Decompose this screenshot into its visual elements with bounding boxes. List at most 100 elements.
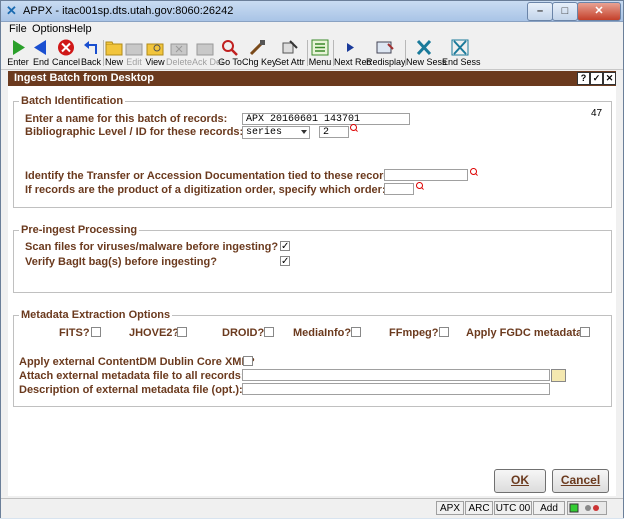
new-session-button[interactable]: New Sess <box>406 38 447 68</box>
status-apx: APX <box>436 501 464 515</box>
back-icon <box>84 41 97 54</box>
batch-name-input[interactable]: APX 20160601 143701 <box>242 113 410 125</box>
fits-checkbox[interactable] <box>91 327 101 337</box>
menu-bar: File Options Help <box>1 22 623 36</box>
digitization-order-input[interactable] <box>384 183 414 195</box>
end-button[interactable]: End <box>30 38 52 68</box>
ffmpeg-checkbox[interactable] <box>439 327 449 337</box>
digitization-order-label: If records are the product of a digitiza… <box>25 184 386 196</box>
window-title: APPX - itac001sp.dts.utah.gov:8060:26242 <box>23 5 234 17</box>
toolbar: Enter End Cancel Back New Edit View Dele… <box>1 37 623 70</box>
minimize-button[interactable]: – <box>527 2 553 21</box>
new-session-icon <box>416 39 432 56</box>
menu-options[interactable]: Options <box>32 23 70 35</box>
transfer-doc-label: Identify the Transfer or Accession Docum… <box>25 170 400 182</box>
view-icon <box>146 43 164 56</box>
attach-metadata-input[interactable] <box>242 369 550 381</box>
status-lights-icon <box>567 501 607 515</box>
edit-icon <box>125 43 143 56</box>
jhove2-label: JHOVE2? <box>129 327 180 339</box>
dropdown-arrow-icon <box>301 130 307 134</box>
end-icon <box>34 40 46 55</box>
lookup-icon[interactable] <box>350 124 357 131</box>
menu-help[interactable]: Help <box>69 23 92 35</box>
metadata-extraction-legend: Metadata Extraction Options <box>19 309 173 321</box>
jhove2-checkbox[interactable] <box>177 327 187 337</box>
set-attr-icon <box>282 40 298 54</box>
redisplay-button[interactable]: Redisplay <box>366 38 406 68</box>
dialog-header: Ingest Batch from Desktop ? ✓ ✕ <box>8 71 616 86</box>
record-count: 47 <box>591 108 603 119</box>
preingest-legend: Pre-ingest Processing <box>19 224 140 236</box>
end-session-button[interactable]: End Sess <box>442 38 481 68</box>
fgdc-label: Apply FGDC metadata? <box>466 327 589 339</box>
enter-icon <box>13 40 25 55</box>
fits-label: FITS? <box>59 327 90 339</box>
contentdm-label: Apply external ContentDM Dublin Core XML… <box>19 356 255 368</box>
lookup-icon[interactable] <box>470 168 477 175</box>
dialog-title: Ingest Batch from Desktop <box>14 72 154 84</box>
close-dialog-icon[interactable]: ✕ <box>603 72 616 85</box>
title-bar[interactable]: ✕ APPX - itac001sp.dts.utah.gov:8060:262… <box>1 1 623 22</box>
set-attr-button[interactable]: Set Attr <box>274 38 306 68</box>
bib-level-select[interactable]: series <box>242 126 310 139</box>
new-folder-icon <box>105 41 123 56</box>
cancel-dialog-button[interactable]: Cancel <box>552 469 609 493</box>
ffmpeg-label: FFmpeg? <box>389 327 439 339</box>
menu-button[interactable]: Menu <box>308 38 332 68</box>
ack-delete-icon <box>196 43 214 56</box>
delete-icon <box>170 43 188 56</box>
menu-file[interactable]: File <box>9 23 27 35</box>
accept-icon[interactable]: ✓ <box>590 72 603 85</box>
maximize-button[interactable]: □ <box>552 2 578 21</box>
mediainfo-checkbox[interactable] <box>351 327 361 337</box>
change-key-button[interactable]: Chg Key <box>242 38 277 68</box>
menu-icon <box>311 39 329 56</box>
status-mode: Add <box>533 501 565 515</box>
attach-metadata-label: Attach external metadata file to all rec… <box>19 370 245 382</box>
metadata-description-input[interactable] <box>242 383 550 395</box>
status-bar: APX ARC UTC 00 Add <box>1 498 623 518</box>
end-session-icon <box>451 39 469 56</box>
status-utc: UTC 00 <box>494 501 532 515</box>
ack-delete-button[interactable]: Ack Del <box>192 38 223 68</box>
ok-button[interactable]: OK <box>494 469 546 493</box>
next-record-button[interactable]: Next Rec <box>334 38 371 68</box>
view-button[interactable]: View <box>144 38 166 68</box>
lookup-icon[interactable] <box>416 182 423 189</box>
fgdc-checkbox[interactable] <box>580 327 590 337</box>
cancel-button[interactable]: Cancel <box>52 38 80 68</box>
scan-viruses-label: Scan files for viruses/malware before in… <box>25 241 279 253</box>
dialog-body: Batch Identification 47 Enter a name for… <box>8 86 616 496</box>
metadata-description-label: Description of external metadata file (o… <box>19 384 243 396</box>
bib-level-value: series <box>246 127 283 138</box>
new-button[interactable]: New <box>104 38 124 68</box>
droid-label: DROID? <box>222 327 265 339</box>
back-button[interactable]: Back <box>80 38 102 68</box>
browse-folder-icon[interactable] <box>551 369 566 382</box>
appx-logo-icon: ✕ <box>6 3 17 18</box>
droid-checkbox[interactable] <box>264 327 274 337</box>
mediainfo-label: MediaInfo? <box>293 327 352 339</box>
bib-id-input[interactable]: 2 <box>319 126 349 138</box>
cancel-icon <box>58 39 74 56</box>
transfer-doc-input[interactable] <box>384 169 468 181</box>
goto-icon <box>222 40 238 56</box>
change-key-icon <box>249 40 265 56</box>
edit-button[interactable]: Edit <box>124 38 144 68</box>
help-icon[interactable]: ? <box>577 72 590 85</box>
enter-button[interactable]: Enter <box>6 38 30 68</box>
close-window-button[interactable]: ✕ <box>577 2 621 21</box>
scan-viruses-checkbox[interactable]: ✓ <box>280 241 290 252</box>
contentdm-checkbox[interactable] <box>243 356 253 366</box>
app-window: ✕ APPX - itac001sp.dts.utah.gov:8060:262… <box>0 0 624 518</box>
batch-name-label: Enter a name for this batch of records: <box>25 113 228 125</box>
verify-bagit-label: Verify BagIt bag(s) before ingesting? <box>25 256 217 268</box>
delete-button[interactable]: Delete <box>166 38 192 68</box>
batch-identification-legend: Batch Identification <box>19 95 126 107</box>
redisplay-icon <box>376 41 394 54</box>
bib-level-label: Bibliographic Level / ID for these recor… <box>25 126 244 138</box>
status-arc: ARC <box>465 501 493 515</box>
goto-button[interactable]: Go To <box>218 38 242 68</box>
verify-bagit-checkbox[interactable]: ✓ <box>280 256 290 267</box>
